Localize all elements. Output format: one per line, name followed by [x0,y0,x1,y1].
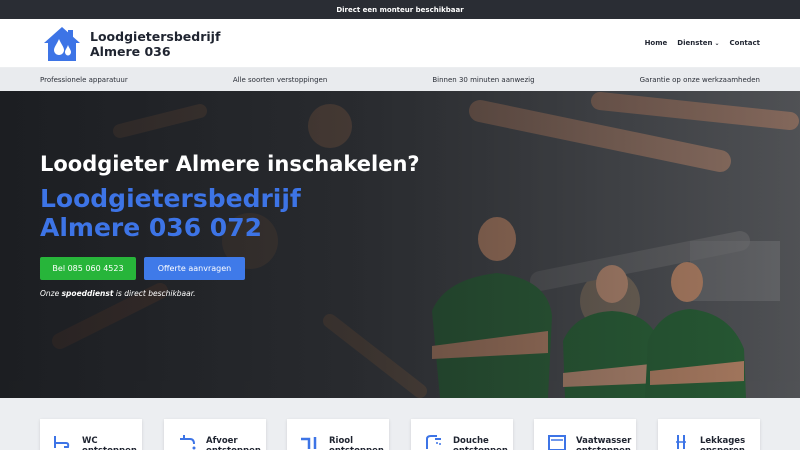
usp-item: Garantie op onze werkzaamheden [639,75,760,84]
pipe-icon [301,437,317,449]
announcement-text: Direct een monteur beschikbaar [336,5,464,14]
logo-text: Loodgietersbedrijf Almere 036 [90,29,220,59]
service-subtitle: opsporen [700,446,745,450]
service-title: Lekkages [700,436,746,446]
service-subtitle: ontstoppen [329,446,384,450]
service-title: Douche [453,436,489,446]
shower-icon [426,435,441,449]
nav-diensten-label: Diensten [677,39,713,47]
nav-contact[interactable]: Contact [730,39,761,47]
service-subtitle: ontstoppen [576,446,631,450]
service-card-douche[interactable]: Douche ontstoppen [411,419,513,450]
service-card-lekkages[interactable]: Lekkages opsporen [658,419,760,450]
hero-section: Loodgieter Almere inschakelen? Loodgiete… [0,91,800,398]
service-card-afvoer[interactable]: Afvoer ontstoppen [164,419,266,450]
hero-note-post: is direct beschikbaar. [113,289,196,298]
service-card-wc[interactable]: WC ontstoppen [40,419,142,450]
hero-note-bold: spoeddienst [61,289,114,298]
call-button[interactable]: Bel 085 060 4523 [40,257,136,280]
nav-home[interactable]: Home [645,39,668,47]
request-quote-button[interactable]: Offerte aanvragen [144,257,245,280]
hero-title: Loodgieter Almere inschakelen? [40,152,420,176]
hero-subtitle: Loodgietersbedrijf Almere 036 072 [40,184,301,242]
usp-bar: Professionele apparatuur Alle soorten ve… [0,68,800,91]
leaking-pipe-icon [676,435,686,449]
nav-diensten[interactable]: Diensten ⌄ [677,39,719,47]
dishwasher-icon [548,435,566,450]
site-logo[interactable]: Loodgietersbedrijf Almere 036 [40,25,220,63]
service-subtitle: ontstoppen [206,446,261,450]
logo-line-2: Almere 036 [90,44,171,59]
faucet-icon [180,435,196,450]
service-title: Riool [329,436,354,446]
hero-overlay [0,91,800,398]
usp-item: Binnen 30 minuten aanwezig [432,75,535,84]
site-header: Loodgietersbedrijf Almere 036 Home Diens… [0,19,800,68]
service-title: WC [82,436,98,446]
service-subtitle: ontstoppen [82,446,137,450]
service-card-vaatwasser[interactable]: Vaatwasser ontstoppen [534,419,636,450]
announcement-bar: Direct een monteur beschikbaar [0,0,800,19]
main-nav: Home Diensten ⌄ Contact [645,39,760,47]
usp-item: Professionele apparatuur [40,75,128,84]
service-title: Afvoer [206,436,238,446]
service-subtitle: ontstoppen [453,446,508,450]
house-water-drop-icon [44,27,80,61]
chevron-down-icon: ⌄ [714,40,720,47]
logo-line-1: Loodgietersbedrijf [90,29,221,44]
usp-item: Alle soorten verstoppingen [232,75,328,84]
toilet-icon [54,436,70,448]
hero-note: Onze spoeddienst is direct beschikbaar. [40,289,196,298]
services-section: WC ontstoppen Afvoer ontstoppen Riool on… [0,398,800,450]
hero-note-pre: Onze [40,289,62,298]
service-card-riool[interactable]: Riool ontstoppen [287,419,389,450]
service-title: Vaatwasser [576,436,632,446]
